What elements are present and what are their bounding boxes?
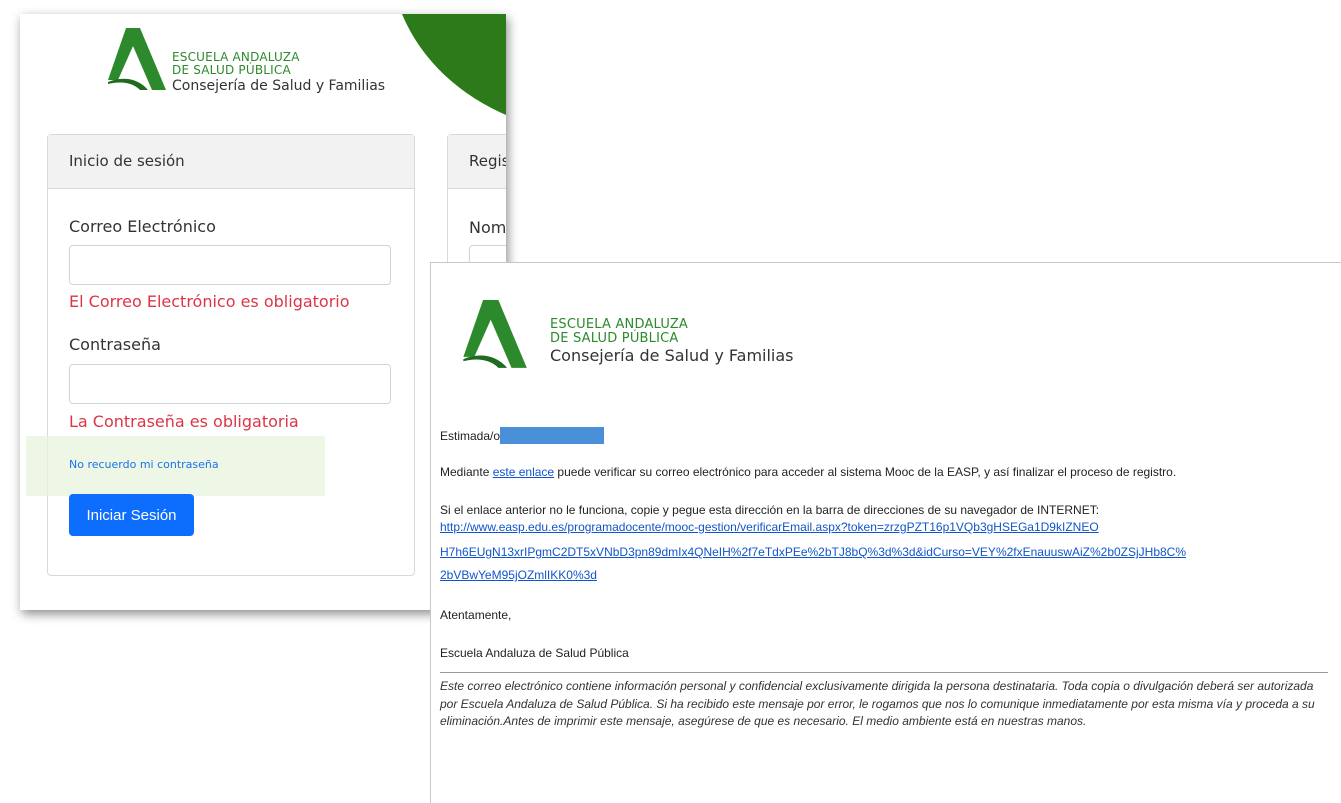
- greeting-text: Estimada/o: [440, 429, 501, 443]
- body1-suffix: puede verificar su correo electrónico pa…: [554, 465, 1177, 479]
- email-logo-line-2: DE SALUD PÚBLICA: [550, 331, 679, 346]
- password-error-message: La Contraseña es obligatoria: [69, 412, 299, 431]
- body1-prefix: Mediante: [440, 465, 493, 479]
- login-submit-button[interactable]: Iniciar Sesión: [69, 494, 194, 536]
- email-greeting: Estimada/o: [440, 427, 605, 444]
- forgot-password-link[interactable]: No recuerdo mi contraseña: [69, 458, 219, 471]
- verify-url-line-1[interactable]: http://www.easp.edu.es/programadocente/m…: [440, 520, 1099, 534]
- logo-line-2: DE SALUD PÚBLICA: [172, 63, 291, 77]
- verify-url-line-2[interactable]: H7h6EUgN13xrIPgmC2DT5xVNbD3pn89dmIx4QNeI…: [440, 545, 1186, 559]
- email-signature: Escuela Andaluza de Salud Pública: [440, 646, 629, 660]
- easp-a-logo-icon: [108, 28, 166, 90]
- decorative-green-shape: [390, 14, 506, 134]
- email-closing: Atentamente,: [440, 608, 512, 622]
- redacted-name: [500, 427, 605, 444]
- easp-a-logo-icon: [463, 300, 527, 368]
- verify-link[interactable]: este enlace: [493, 465, 554, 479]
- password-input[interactable]: [69, 364, 391, 404]
- email-body-line-2: Si el enlace anterior no le funciona, co…: [440, 503, 1100, 517]
- register-name-label: Nom: [469, 218, 506, 237]
- email-easp-logo: ESCUELA ANDALUZA DE SALUD PÚBLICA Consej…: [459, 293, 794, 377]
- email-body-line-1: Mediante este enlace puede verificar su …: [440, 465, 1176, 479]
- verify-url-line-3[interactable]: 2bVBwYeM95jOZmlIKK0%3d: [440, 568, 597, 582]
- email-divider: [440, 672, 1328, 673]
- register-card-header: Regis: [448, 135, 506, 189]
- email-logo-line-1: ESCUELA ANDALUZA: [550, 317, 689, 332]
- password-label: Contraseña: [69, 335, 161, 354]
- easp-logo: ESCUELA ANDALUZA DE SALUD PÚBLICA Consej…: [104, 24, 385, 96]
- email-logo-line-3: Consejería de Salud y Familias: [550, 346, 794, 365]
- verification-email: ESCUELA ANDALUZA DE SALUD PÚBLICA Consej…: [430, 262, 1341, 803]
- email-label: Correo Electrónico: [69, 217, 216, 236]
- email-input[interactable]: [69, 245, 391, 285]
- email-error-message: El Correo Electrónico es obligatorio: [69, 292, 350, 311]
- email-disclaimer: Este correo electrónico contiene informa…: [440, 679, 1315, 728]
- login-card-header: Inicio de sesión: [48, 135, 414, 189]
- logo-line-3: Consejería de Salud y Familias: [172, 78, 386, 94]
